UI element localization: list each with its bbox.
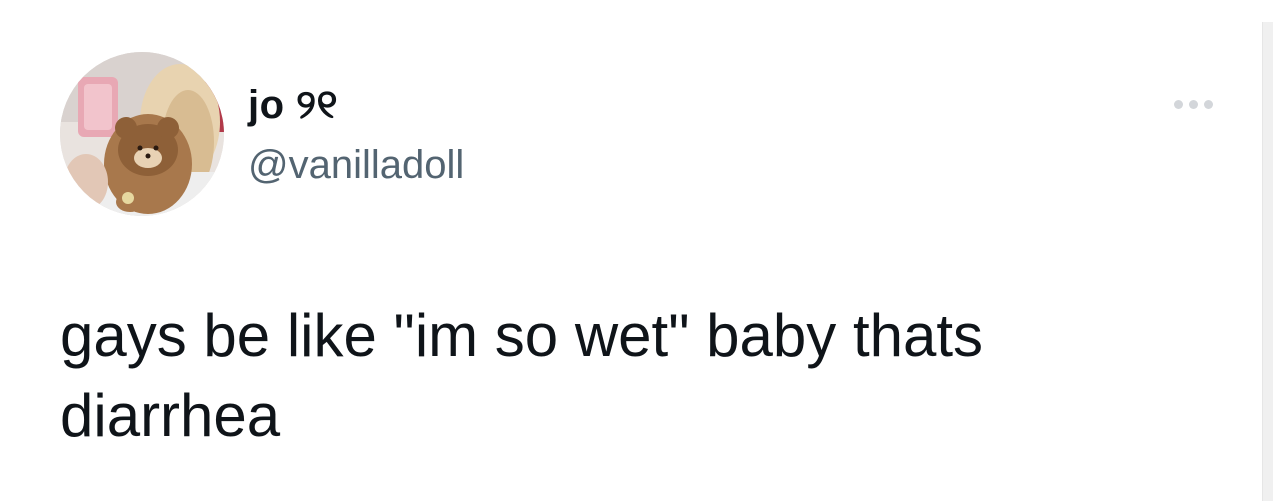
author-avatar[interactable] — [60, 52, 224, 216]
ellipsis-icon — [1188, 99, 1198, 109]
profile-photo-icon — [60, 52, 224, 216]
ellipsis-icon — [1203, 99, 1213, 109]
author-display-name[interactable]: jo ୨୧ — [248, 82, 338, 128]
author-handle[interactable]: @vanilladoll — [248, 142, 464, 188]
tweet-text: gays be like "im so wet" baby thats diar… — [60, 302, 984, 449]
scrollbar-track[interactable] — [1262, 0, 1280, 501]
scrollbar-thumb[interactable] — [1262, 22, 1273, 501]
more-options-button[interactable] — [1166, 88, 1220, 120]
ellipsis-icon — [1173, 99, 1183, 109]
tweet-card: jo ୨୧ @vanilladoll gays be like "im so w… — [0, 0, 1262, 501]
